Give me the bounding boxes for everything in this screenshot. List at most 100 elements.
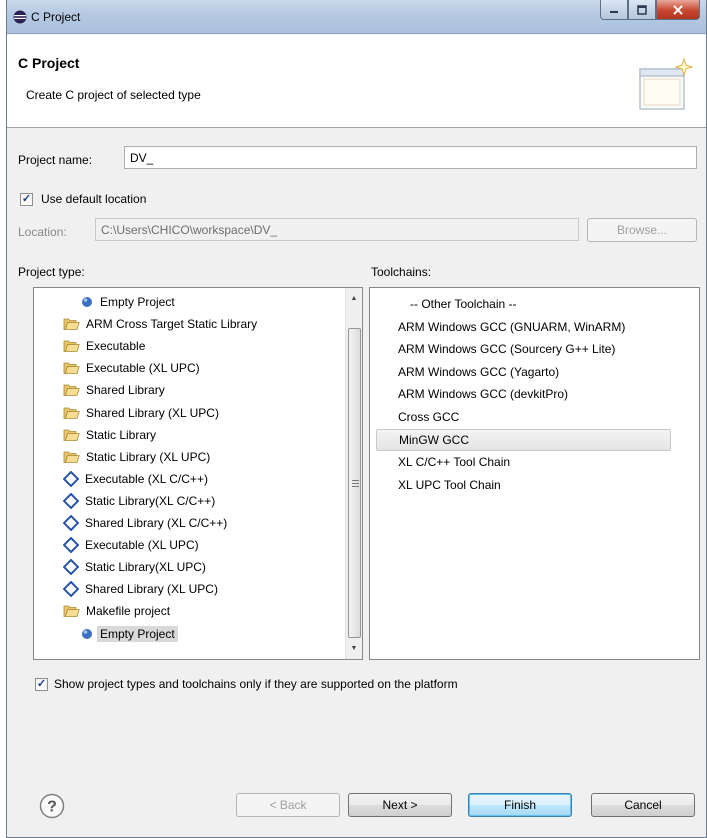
location-input[interactable]: C:\Users\CHICO\workspace\DV_ xyxy=(95,218,579,241)
diamond-icon xyxy=(63,492,79,509)
toolchain-item[interactable]: XL C/C++ Tool Chain xyxy=(376,451,671,473)
project-type-item[interactable]: ARM Cross Target Static Library xyxy=(63,313,257,335)
diamond-icon xyxy=(63,537,79,554)
close-icon xyxy=(673,4,683,15)
location-label: Location: xyxy=(18,225,67,239)
folder-icon xyxy=(63,318,80,330)
new-wizard-icon xyxy=(639,57,694,110)
project-type-item[interactable]: Executable (XL C/C++) xyxy=(63,468,208,490)
blue-dot-icon xyxy=(82,297,92,307)
project-name-input[interactable]: DV_ xyxy=(124,146,697,169)
project-type-item[interactable]: Empty Project xyxy=(80,623,178,645)
use-default-location-checkbox[interactable]: ✓ xyxy=(20,193,33,206)
minimize-button[interactable] xyxy=(600,0,628,20)
use-default-location-label: Use default location xyxy=(41,192,147,206)
window-title: C Project xyxy=(31,10,81,24)
toolchain-item-label: ARM Windows GCC (Sourcery G++ Lite) xyxy=(398,342,616,357)
project-type-item-label: Empty Project xyxy=(97,625,178,642)
diamond-icon xyxy=(63,515,79,531)
diamond-icon xyxy=(63,559,79,576)
toolchain-item[interactable]: ARM Windows GCC (Sourcery G++ Lite) xyxy=(376,338,671,360)
folder-icon xyxy=(63,429,80,441)
toolchain-item-label: ARM Windows GCC (Yagarto) xyxy=(398,364,560,379)
project-type-item-label: Shared Library xyxy=(86,383,165,398)
eclipse-icon xyxy=(13,10,27,24)
project-type-tree[interactable]: Empty Project ARM Cross Target Static Lib… xyxy=(33,287,363,660)
back-button[interactable]: < Back xyxy=(236,793,340,817)
blue-dot-icon xyxy=(82,628,92,639)
folder-icon xyxy=(63,340,80,353)
project-type-item[interactable]: Makefile project xyxy=(63,600,170,622)
header-banner: C Project Create C project of selected t… xyxy=(7,35,706,128)
toolchain-item[interactable]: XL UPC Tool Chain xyxy=(376,474,671,496)
scroll-up-arrow[interactable]: ▲ xyxy=(346,290,362,307)
scroll-grip-line xyxy=(352,483,359,484)
toolchain-item[interactable]: -- Other Toolchain -- xyxy=(376,293,671,315)
project-type-item-label: Makefile project xyxy=(86,604,171,619)
show-supported-label: Show project types and toolchains only i… xyxy=(54,677,458,691)
svg-text:?: ? xyxy=(47,799,57,816)
project-name-label: Project name: xyxy=(18,153,93,167)
project-type-item-label: Static Library (XL UPC) xyxy=(86,449,211,464)
project-type-scrollbar[interactable]: ▲ ▼ xyxy=(345,288,362,659)
scroll-grip-line xyxy=(352,486,359,487)
project-type-item[interactable]: Static Library xyxy=(63,424,156,446)
page-description: Create C project of selected type xyxy=(26,88,201,102)
project-type-item[interactable]: Shared Library xyxy=(63,379,165,401)
toolchains-list[interactable]: -- Other Toolchain -- ARM Windows GCC (GN… xyxy=(369,287,700,660)
toolchain-item[interactable]: MinGW GCC xyxy=(376,428,671,451)
project-type-item[interactable]: Executable (XL UPC) xyxy=(63,534,199,556)
show-supported-checkbox[interactable]: ✓ xyxy=(35,678,48,691)
toolchain-item[interactable]: ARM Windows GCC (Yagarto) xyxy=(376,361,671,383)
scroll-grip-line xyxy=(352,480,359,481)
project-type-item[interactable]: Static Library(XL C/C++) xyxy=(63,490,215,512)
project-type-item[interactable]: Executable xyxy=(63,335,145,357)
project-type-item[interactable]: Static Library (XL UPC) xyxy=(63,446,210,468)
project-type-item-label: Empty Project xyxy=(100,295,175,309)
window-controls xyxy=(600,0,700,22)
project-type-item-label: Shared Library (XL UPC) xyxy=(85,582,218,597)
project-type-item-label: Shared Library (XL UPC) xyxy=(86,405,219,420)
project-type-item-label: Executable (XL UPC) xyxy=(86,361,200,376)
toolchains-label: Toolchains: xyxy=(371,265,432,279)
toolchain-item-label: MinGW GCC xyxy=(399,432,469,447)
browse-button[interactable]: Browse... xyxy=(587,218,697,242)
project-type-item[interactable]: Shared Library (XL UPC) xyxy=(63,578,218,600)
page-heading: C Project xyxy=(18,55,80,71)
maximize-button[interactable] xyxy=(628,0,656,20)
folder-icon xyxy=(63,362,80,375)
project-type-label: Project type: xyxy=(18,265,85,279)
project-type-item-label: ARM Cross Target Static Library xyxy=(86,317,258,332)
title-bar[interactable]: C Project xyxy=(7,0,706,34)
project-type-item[interactable]: Static Library(XL UPC) xyxy=(63,556,206,578)
project-type-item[interactable]: Empty Project xyxy=(80,291,175,313)
minimize-icon xyxy=(610,10,618,13)
cancel-button[interactable]: Cancel xyxy=(591,793,695,817)
project-type-item-label: Executable xyxy=(86,339,146,354)
toolchain-item[interactable]: ARM Windows GCC (GNUARM, WinARM) xyxy=(376,316,671,338)
toolchain-item[interactable]: Cross GCC xyxy=(376,406,671,428)
project-type-item-label: Executable (XL UPC) xyxy=(85,538,199,553)
project-type-item[interactable]: Shared Library (XL UPC) xyxy=(63,402,219,424)
project-type-item[interactable]: Shared Library (XL C/C++) xyxy=(63,512,227,534)
toolchain-item-label: -- Other Toolchain -- xyxy=(410,297,517,311)
scroll-down-arrow[interactable]: ▼ xyxy=(346,640,362,657)
folder-icon xyxy=(63,451,80,463)
dialog-window: C Project C Project Create C project of … xyxy=(6,0,707,838)
maximize-icon xyxy=(637,4,647,15)
toolchain-item-label: XL UPC Tool Chain xyxy=(398,477,501,492)
next-button[interactable]: Next > xyxy=(348,793,452,817)
folder-icon xyxy=(63,407,80,419)
project-type-item-label: Static Library(XL C/C++) xyxy=(85,493,216,508)
project-type-item[interactable]: Executable (XL UPC) xyxy=(63,357,200,379)
project-type-item-label: Static Library xyxy=(86,427,157,442)
toolchain-item-label: ARM Windows GCC (GNUARM, WinARM) xyxy=(398,319,626,334)
project-type-item-label: Static Library(XL UPC) xyxy=(85,560,206,575)
toolchain-item[interactable]: ARM Windows GCC (devkitPro) xyxy=(376,383,671,405)
close-button[interactable] xyxy=(656,0,700,20)
help-icon[interactable]: ? xyxy=(39,793,65,819)
finish-button[interactable]: Finish xyxy=(468,793,572,817)
project-type-item-label: Executable (XL C/C++) xyxy=(85,471,208,486)
scroll-thumb[interactable] xyxy=(348,328,361,638)
toolchain-item-label: Cross GCC xyxy=(398,410,460,424)
